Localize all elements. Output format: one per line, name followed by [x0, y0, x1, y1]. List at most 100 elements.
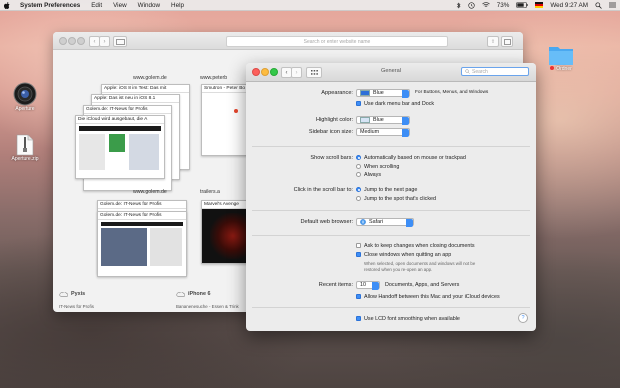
cloud-device-name: Pyxis: [71, 291, 86, 297]
safari-compass-icon: [360, 219, 366, 225]
page-preview: [101, 228, 147, 266]
page-preview: [101, 222, 183, 226]
desktop-icon-ordner[interactable]: Ordner: [544, 44, 578, 72]
close-windows-note: restored when you re-open an app.: [364, 267, 433, 272]
battery-icon[interactable]: [516, 2, 528, 8]
spotlight-icon[interactable]: [595, 1, 602, 9]
tab-thumbnail[interactable]: Die iCloud wird ausgebaut, die A: [75, 115, 165, 179]
tab-thumbnail[interactable]: Golem.de: IT-News für Profis: [97, 211, 187, 277]
scroll-auto-radio[interactable]: [356, 155, 361, 160]
scroll-when-scrolling-radio[interactable]: [356, 164, 361, 169]
search-icon: [465, 69, 470, 74]
site-domain: trailers.a: [200, 189, 220, 195]
notification-center-icon[interactable]: [609, 2, 616, 8]
menu-help[interactable]: Help: [171, 2, 184, 9]
menu-extras: 73% Wed 9:27 AM: [456, 2, 616, 9]
search-field[interactable]: Search: [461, 67, 529, 76]
tab-title: Golem.de: IT-News für Profis: [98, 212, 186, 220]
cloud-tab-entry[interactable]: Bananenesuche - Essen & Trink: [176, 304, 239, 309]
forward-button[interactable]: ›: [99, 36, 110, 47]
folder-icon: [549, 47, 573, 65]
sidebar-button[interactable]: [113, 36, 127, 47]
menu-bar: System Preferences Edit View Window Help…: [0, 0, 620, 11]
appearance-popup[interactable]: Blue: [356, 89, 410, 98]
handoff-label: Allow Handoff between this Mac and your …: [364, 294, 500, 300]
battery-percent: 73%: [496, 1, 510, 9]
section-divider: [252, 307, 530, 308]
appearance-value: Blue: [373, 90, 384, 96]
section-divider: [252, 210, 530, 211]
popup-arrows-icon: [402, 89, 409, 98]
share-button[interactable]: ⇧: [487, 36, 499, 47]
recent-items-value: 10: [360, 282, 366, 288]
scroll-option-label: When scrolling: [364, 164, 400, 170]
page-preview: [234, 109, 238, 113]
appearance-note: For Buttons, Menus, and Windows: [415, 90, 489, 95]
close-windows-checkbox[interactable]: [356, 252, 361, 257]
handoff-checkbox[interactable]: [356, 294, 361, 299]
popup-arrows-icon: [406, 218, 413, 227]
menu-view[interactable]: View: [113, 2, 127, 9]
chevron-left-icon: ‹: [93, 38, 96, 45]
wifi-icon[interactable]: [481, 2, 490, 8]
site-domain: www.golem.de: [133, 189, 167, 195]
highlight-popup[interactable]: Blue: [356, 116, 410, 125]
zoom-button-inactive[interactable]: [77, 37, 85, 45]
desktop-icon-aperture-zip[interactable]: Aperture.zip: [8, 134, 42, 162]
help-icon: ?: [521, 315, 525, 321]
close-button-inactive[interactable]: [59, 37, 67, 45]
default-browser-popup[interactable]: Safari: [356, 218, 414, 227]
zip-file-icon: [16, 134, 34, 156]
time-machine-icon[interactable]: [468, 1, 475, 9]
apple-logo-icon[interactable]: [4, 1, 10, 9]
flag-icon[interactable]: [535, 2, 544, 8]
desktop-icon-label: Ordner: [544, 66, 578, 72]
scroll-bars-label: Show scroll bars:: [310, 155, 353, 161]
jump-next-page-radio[interactable]: [356, 187, 361, 192]
scroll-option-label: Automatically based on mouse or trackpad: [364, 155, 466, 161]
folder-label: Ordner: [556, 66, 572, 72]
prefs-toolbar: ‹ › General Search: [246, 63, 536, 82]
general-preferences-window: ‹ › General Search Appearance: Blue For …: [246, 63, 536, 331]
color-swatch: [360, 90, 370, 96]
desktop-icon-label: Aperture: [15, 106, 35, 112]
page-preview: [109, 134, 125, 152]
help-button[interactable]: ?: [518, 313, 528, 323]
page-preview: [150, 228, 182, 266]
page-preview: [79, 126, 161, 131]
jump-to-spot-radio[interactable]: [356, 196, 361, 201]
url-placeholder: Search or enter website name: [303, 38, 371, 45]
tab-title: Die iCloud wird ausgebaut, die A: [76, 116, 164, 124]
bluetooth-icon[interactable]: [456, 2, 461, 9]
share-icon: ⇧: [490, 38, 496, 45]
menu-app-name[interactable]: System Preferences: [20, 2, 80, 9]
sidebar-size-popup[interactable]: Medium: [356, 128, 410, 137]
section-divider: [252, 235, 530, 236]
url-field[interactable]: Search or enter website name: [226, 36, 448, 47]
color-swatch: [360, 117, 370, 123]
page-preview: [79, 134, 105, 170]
cloud-icon: [59, 291, 68, 297]
cloud-device-name: iPhone 6: [188, 291, 211, 297]
cloud-tab-entry[interactable]: IT-News für Profis: [59, 304, 94, 309]
site-domain: www.peterb: [200, 75, 228, 81]
recent-items-suffix: Documents, Apps, and Servers: [385, 282, 460, 288]
sidebar-size-label: Sidebar icon size:: [308, 129, 353, 135]
recent-items-popup[interactable]: 10: [356, 281, 380, 290]
dark-menu-checkbox[interactable]: [356, 101, 361, 106]
desktop-icon-aperture[interactable]: Aperture: [8, 82, 42, 112]
minimize-button-inactive[interactable]: [68, 37, 76, 45]
menu-clock[interactable]: Wed 9:27 AM: [550, 2, 588, 9]
lcd-smoothing-checkbox[interactable]: [356, 316, 361, 321]
menu-window[interactable]: Window: [138, 2, 160, 9]
popup-arrows-icon: [402, 128, 409, 137]
tab-title: Golem.de: IT-News für Profis: [98, 201, 186, 209]
close-windows-label: Close windows when quitting an app: [364, 252, 452, 258]
scroll-always-radio[interactable]: [356, 172, 361, 177]
tabs-button[interactable]: [501, 36, 513, 47]
tab-title: Apple: iOS 8 im Test: Das mit: [102, 85, 189, 93]
chevron-right-icon: ›: [103, 38, 106, 45]
ask-keep-changes-checkbox[interactable]: [356, 243, 361, 248]
menu-edit[interactable]: Edit: [91, 2, 102, 9]
search-placeholder: Search: [472, 68, 488, 75]
